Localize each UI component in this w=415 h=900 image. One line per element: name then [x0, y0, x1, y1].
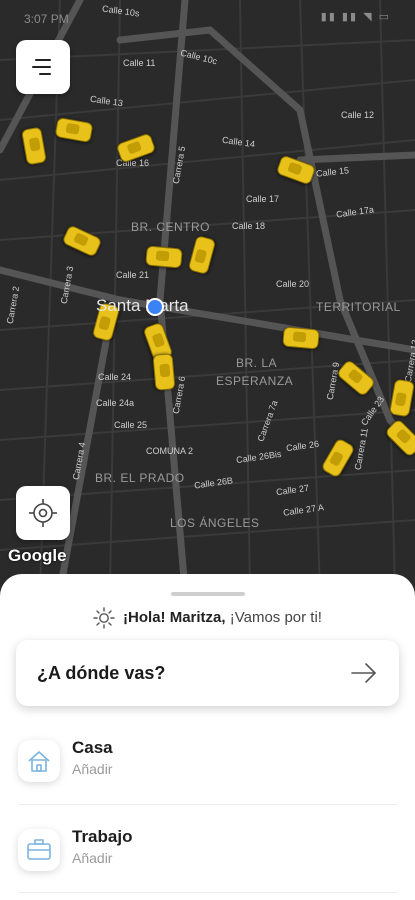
district-label: COMUNA 2 [146, 446, 194, 456]
street-label: Calle 20 [276, 279, 310, 289]
place-subtitle: Añadir [72, 761, 113, 777]
bottom-sheet: ¡Hola! Maritza, ¡Vamos por ti! ¿A dónde … [0, 574, 415, 900]
menu-button[interactable] [16, 40, 70, 94]
google-attribution: Google [8, 546, 67, 565]
saved-place-home[interactable]: Casa Añadir [0, 728, 415, 800]
district-label: TERRITORIAL [316, 300, 401, 314]
status-time: 3:07 PM [24, 12, 69, 26]
district-label: BR. LA [236, 356, 278, 370]
district-label: BR. CENTRO [131, 220, 211, 234]
saved-place-work[interactable]: Trabajo Añadir [0, 817, 415, 889]
destination-search[interactable]: ¿A dónde vas? [16, 640, 399, 706]
street-label: Calle 25 [114, 420, 148, 430]
district-label: ESPERANZA [216, 374, 294, 388]
status-icons: ▮▮ ▮▮ ◥ ▭ [320, 11, 391, 23]
place-title: Trabajo [72, 827, 133, 846]
current-location-marker [146, 298, 164, 316]
greeting-message: ¡Vamos por ti! [225, 608, 322, 626]
street-label: Calle 18 [232, 221, 266, 231]
greeting-name: ¡Hola! Maritza, [123, 608, 226, 626]
street-label: Calle 24 [98, 372, 132, 382]
taxi-marker [282, 326, 320, 350]
my-location-button[interactable] [16, 486, 70, 540]
crosshair-icon [29, 499, 57, 527]
destination-label: ¿A dónde vas? [37, 663, 166, 683]
street-label: Calle 17 [246, 194, 280, 204]
taxi-marker [145, 245, 183, 269]
greeting: ¡Hola! Maritza, ¡Vamos por ti! [0, 607, 415, 629]
district-label: BR. EL PRADO [95, 471, 185, 485]
sun-icon [93, 607, 115, 629]
status-bar: 3:07 PM ▮▮ ▮▮ ◥ ▭ [0, 0, 415, 36]
city-label: Santa Marta [96, 296, 189, 315]
arrow-right-icon [351, 663, 376, 683]
street-label: Calle 24a [96, 398, 135, 408]
divider [18, 892, 397, 893]
menu-icon [32, 59, 51, 75]
place-title: Casa [72, 738, 113, 757]
briefcase-icon [18, 829, 60, 871]
street-label: Calle 11 [123, 58, 156, 68]
place-subtitle: Añadir [72, 850, 113, 866]
district-label: LOS ÁNGELES [170, 516, 260, 530]
divider [18, 804, 397, 805]
home-icon [18, 740, 60, 782]
drag-handle[interactable] [171, 592, 245, 596]
taxi-marker [152, 353, 176, 391]
street-label: Calle 12 [341, 110, 375, 120]
street-label: Calle 21 [116, 270, 150, 280]
